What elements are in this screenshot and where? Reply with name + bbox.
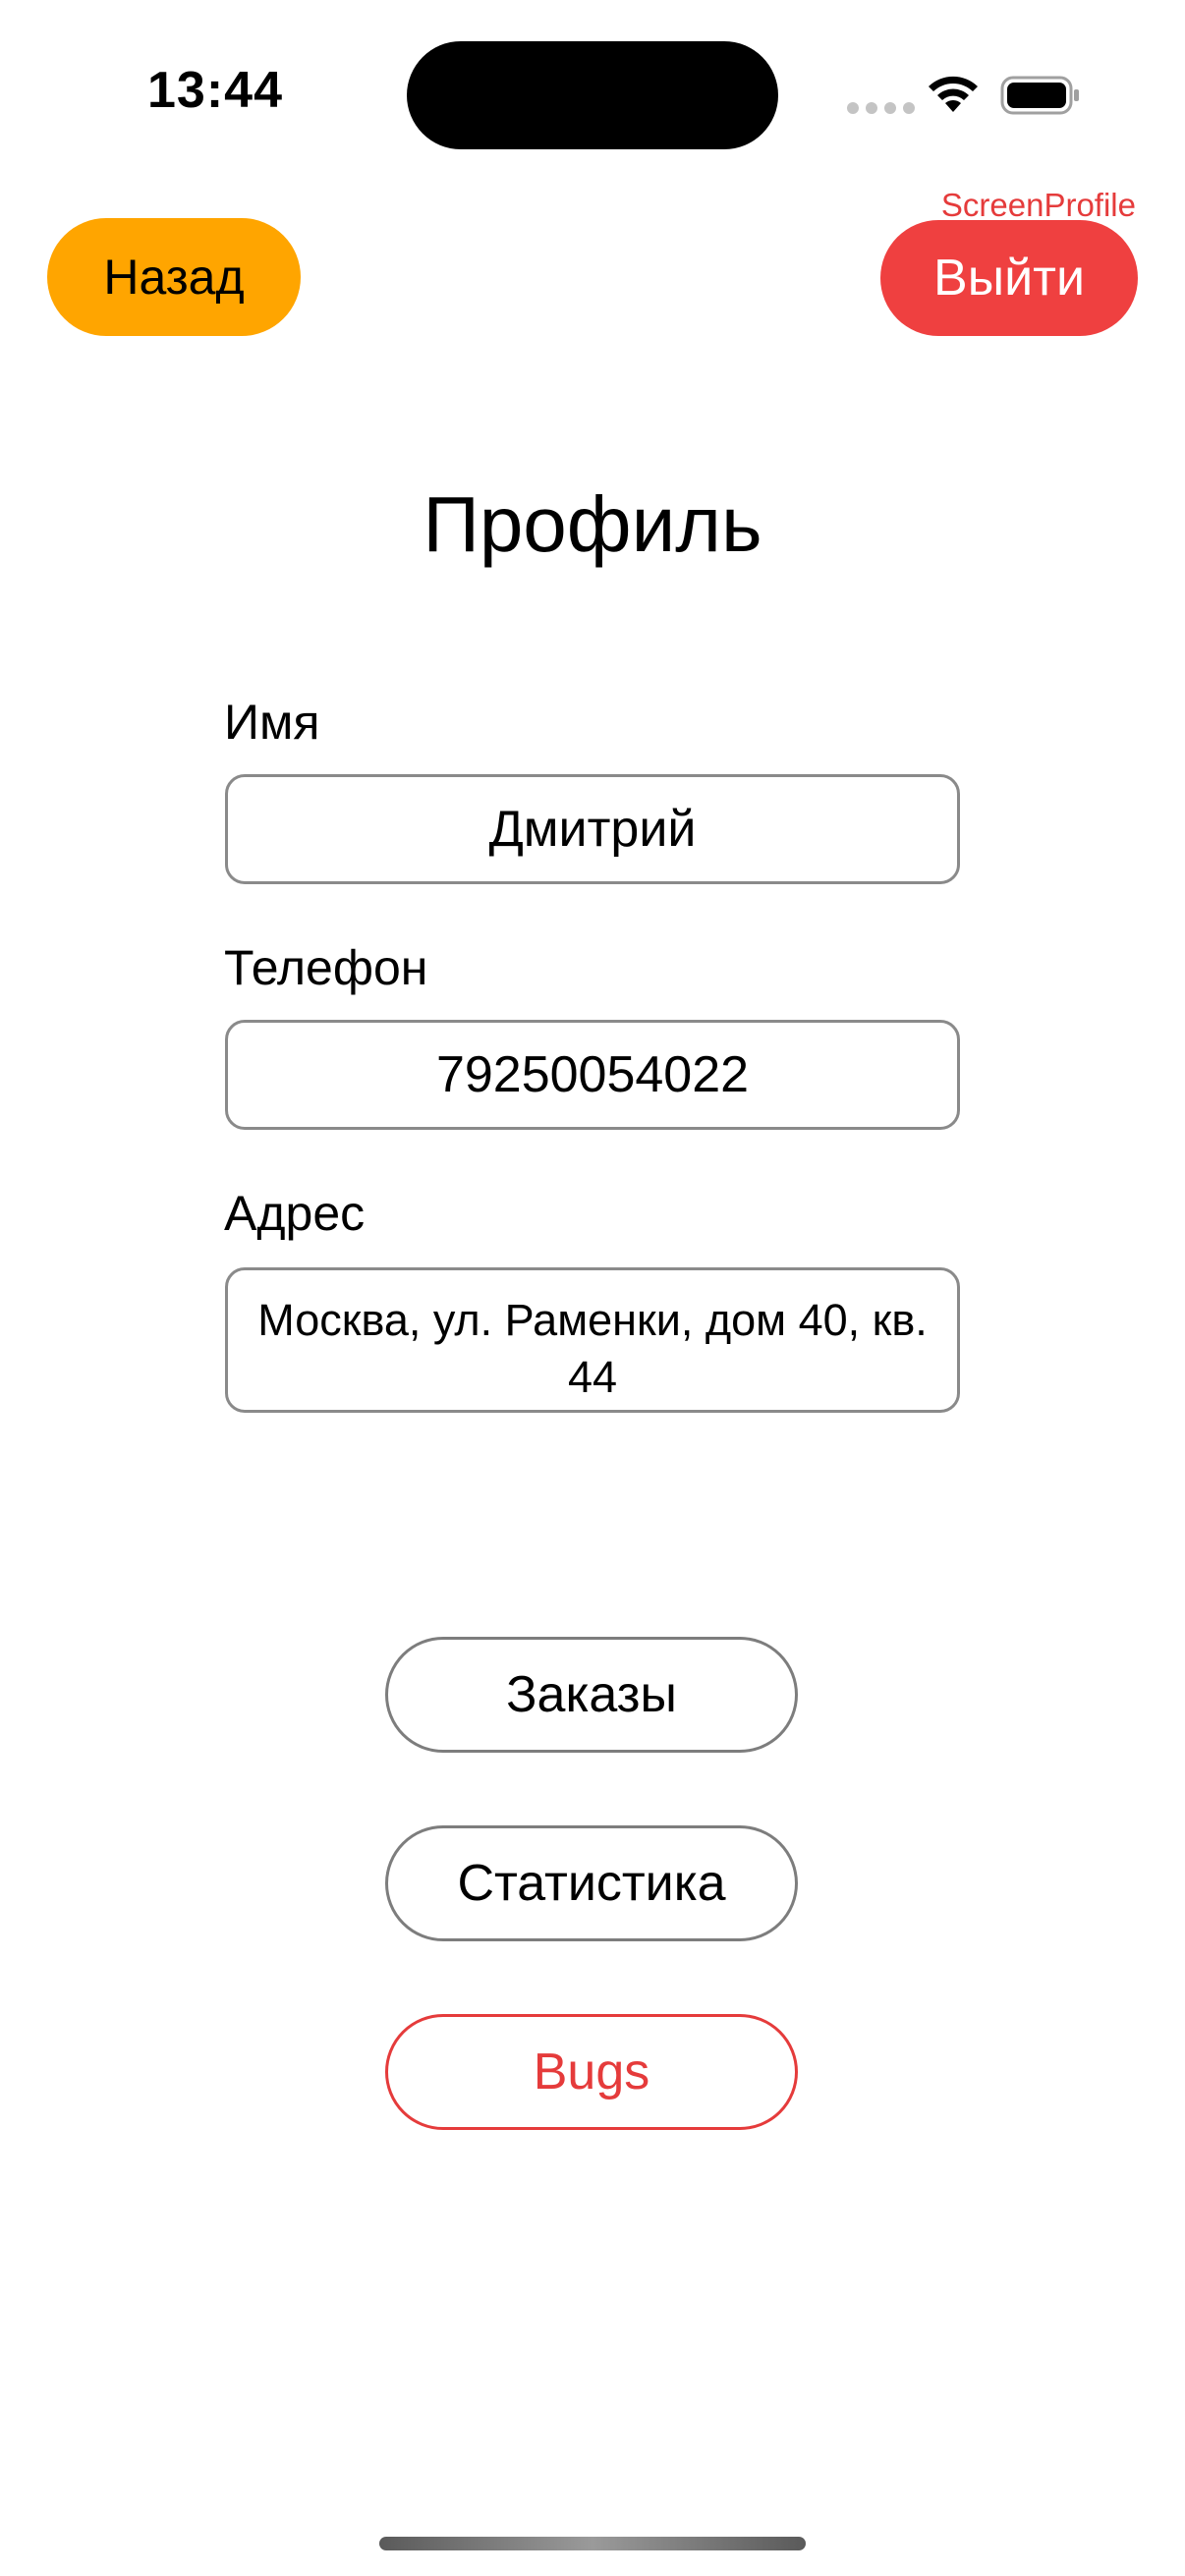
page-title: Профиль [423,480,762,568]
logout-button[interactable]: Выйти [880,220,1138,336]
bugs-button[interactable]: Bugs [385,2014,798,2130]
screen-name-label: ScreenProfile [940,187,1136,223]
wifi-icon [929,76,978,112]
orders-button[interactable]: Заказы [385,1637,798,1753]
profile-screen: 13:44 ScreenProfile Назад Выйти Профиль … [0,0,1185,2576]
name-input[interactable] [225,774,960,884]
address-label: Адрес [224,1186,366,1241]
address-textarea[interactable]: Москва, ул. Раменки, дом 40, кв. 44 [225,1267,960,1413]
statistics-button[interactable]: Статистика [385,1825,798,1941]
address-value: Москва, ул. Раменки, дом 40, кв. 44 [257,1295,928,1402]
phone-label: Телефон [224,940,428,995]
phone-input[interactable] [225,1020,960,1130]
battery-icon [1000,76,1079,115]
home-indicator[interactable] [379,2537,806,2550]
name-label: Имя [224,695,320,750]
back-button[interactable]: Назад [47,218,301,336]
dynamic-island [407,41,778,149]
cellular-signal-icon [847,102,915,114]
status-time: 13:44 [147,62,283,119]
